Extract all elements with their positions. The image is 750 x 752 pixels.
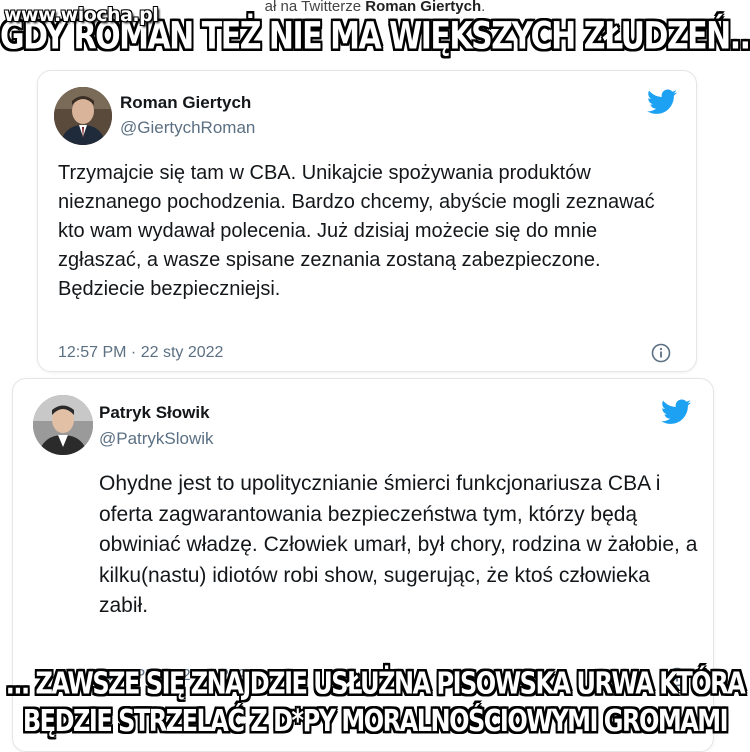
tweet-timestamp[interactable]: 12:57 PM · 22 sty 2022 bbox=[58, 344, 223, 362]
header-name: Roman Giertych bbox=[365, 0, 482, 14]
twitter-bird-icon[interactable] bbox=[661, 399, 691, 425]
meme-caption-bottom-line2: BĘDZIE STRZELAĆ Z D*PY MORALNOŚCIOWYMI G… bbox=[22, 703, 729, 739]
info-icon[interactable] bbox=[651, 343, 671, 363]
watermark: www.wiocha.pl bbox=[4, 4, 159, 26]
meme-caption-bottom: ... ZAWSZE SIĘ ZNAJDZIE USŁUŻNA PISOWSKA… bbox=[0, 669, 750, 744]
header-prefix: ał na Twitterze bbox=[264, 0, 362, 14]
author-handle[interactable]: @GiertychRoman bbox=[120, 118, 255, 138]
author-handle[interactable]: @PatrykSlowik bbox=[99, 429, 214, 449]
avatar[interactable] bbox=[33, 395, 93, 455]
tweet-text: Ohydne jest to upolitycznianie śmierci f… bbox=[99, 472, 698, 617]
twitter-bird-icon[interactable] bbox=[647, 89, 677, 115]
author-name[interactable]: Roman Giertych bbox=[120, 93, 251, 113]
tweet-text: Trzymajcie się tam w CBA. Unikajcie spoż… bbox=[58, 162, 655, 300]
avatar-photo bbox=[54, 87, 112, 145]
meme-caption-bottom-line1: ... ZAWSZE SIĘ ZNAJDZIE USŁUŻNA PISOWSKA… bbox=[5, 666, 746, 701]
author-name[interactable]: Patryk Słowik bbox=[99, 403, 210, 423]
avatar-photo bbox=[33, 395, 93, 455]
avatar[interactable] bbox=[54, 87, 112, 145]
header-suffix: . bbox=[481, 0, 486, 14]
tweet-card[interactable]: Roman Giertych @GiertychRoman Trzymajcie… bbox=[37, 70, 697, 372]
